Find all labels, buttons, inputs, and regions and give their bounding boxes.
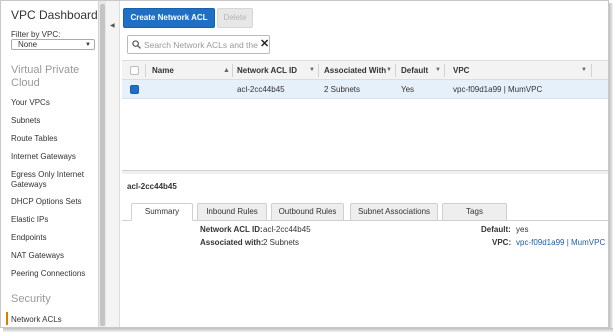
window-shadow-right (609, 3, 613, 332)
column-divider (395, 64, 396, 77)
tab-summary[interactable]: Summary (131, 203, 193, 221)
column-header-associated-with[interactable]: Associated With (324, 61, 386, 80)
column-divider (591, 64, 592, 77)
table-row[interactable]: acl-2cc44b45 2 Subnets Yes vpc-f09d1a99 … (122, 80, 608, 99)
sidebar-item-egress-only-internet-gateways[interactable]: Egress Only Internet Gateways (11, 170, 95, 190)
collapse-left-icon[interactable]: ◀ (110, 22, 115, 29)
tab-inbound-rules[interactable]: Inbound Rules (197, 203, 267, 221)
search-placeholder: Search Network ACLs and the (144, 40, 258, 50)
table-header: Name ▲ Network ACL ID ▼ Associated With … (122, 60, 608, 80)
cell-associated-with: 2 Subnets (324, 85, 361, 94)
search-input[interactable]: Search Network ACLs and the ✕ (127, 35, 270, 54)
pane-splitter[interactable] (122, 170, 608, 174)
column-divider (444, 64, 445, 77)
detail-title: acl-2cc44b45 (127, 182, 177, 191)
select-all-checkbox[interactable] (130, 66, 139, 75)
cell-vpc: vpc-f09d1a99 | MumVPC (453, 85, 543, 94)
column-divider (232, 64, 233, 77)
vpc-link[interactable]: vpc-f09d1a99 | MumVPC (516, 238, 605, 248)
chevron-down-icon[interactable]: ▼ (435, 61, 441, 80)
tab-outbound-rules[interactable]: Outbound Rules (271, 203, 344, 221)
row-checkbox[interactable] (130, 85, 139, 94)
default-label: Default: (481, 225, 511, 234)
chevron-down-icon[interactable]: ▼ (581, 61, 587, 80)
vpc-filter-select[interactable]: None ▼ (11, 39, 95, 50)
column-header-name[interactable]: Name (152, 61, 174, 80)
close-icon[interactable]: ✕ (260, 37, 269, 51)
acl-id-label: Network ACL ID: (200, 225, 263, 234)
sidebar-item-peering-connections[interactable]: Peering Connections (11, 269, 97, 279)
sidebar-item-internet-gateways[interactable]: Internet Gateways (11, 152, 97, 162)
delete-button[interactable]: Delete (217, 8, 253, 28)
default-value: yes (516, 225, 529, 234)
window-shadow-bottom (3, 328, 613, 332)
section-heading-security: Security (11, 293, 51, 305)
vpc-label: VPC: (492, 238, 512, 247)
tabs-divider (122, 220, 608, 221)
sidebar-item-endpoints[interactable]: Endpoints (11, 233, 97, 243)
associated-with-value: 2 Subnets (263, 238, 300, 247)
tab-tags[interactable]: Tags (442, 203, 507, 221)
sidebar-scrollbar[interactable] (98, 1, 106, 327)
column-header-network-acl-id[interactable]: Network ACL ID (237, 61, 297, 80)
sidebar-item-network-acls[interactable]: Network ACLs (11, 315, 97, 325)
associated-with-label: Associated with: (200, 238, 264, 247)
sidebar-collapse-strip[interactable]: ◀ (106, 1, 120, 327)
cell-network-acl-id: acl-2cc44b45 (237, 85, 285, 94)
sidebar-item-nat-gateways[interactable]: NAT Gateways (11, 251, 97, 261)
sidebar-item-elastic-ips[interactable]: Elastic IPs (11, 215, 97, 225)
sidebar: VPC Dashboard Filter by VPC: None ▼ Virt… (1, 1, 98, 327)
column-divider (145, 64, 146, 77)
filter-label: Filter by VPC: (11, 30, 61, 39)
chevron-down-icon[interactable]: ▼ (309, 61, 315, 80)
vpc-filter-value: None (18, 40, 38, 49)
sidebar-title[interactable]: VPC Dashboard (11, 8, 98, 22)
create-network-acl-button[interactable]: Create Network ACL (123, 8, 215, 28)
scrollbar-thumb[interactable] (100, 4, 105, 326)
chevron-down-icon[interactable]: ▼ (386, 61, 392, 80)
section-heading-vpc: Virtual Private Cloud (11, 64, 80, 89)
sort-up-icon[interactable]: ▲ (223, 61, 230, 80)
column-divider (318, 64, 319, 77)
active-item-marker (6, 312, 8, 325)
sidebar-item-route-tables[interactable]: Route Tables (11, 134, 97, 144)
cell-default: Yes (401, 85, 415, 94)
tab-subnet-associations[interactable]: Subnet Associations (350, 203, 438, 221)
column-header-default[interactable]: Default (401, 61, 428, 80)
sidebar-item-dhcp-options-sets[interactable]: DHCP Options Sets (11, 197, 97, 207)
chevron-down-icon: ▼ (85, 42, 91, 48)
app-window: VPC Dashboard Filter by VPC: None ▼ Virt… (0, 0, 609, 328)
sidebar-item-your-vpcs[interactable]: Your VPCs (11, 98, 97, 108)
search-icon (132, 40, 141, 49)
column-header-vpc[interactable]: VPC (453, 61, 469, 80)
acl-id-value: acl-2cc44b45 (263, 225, 311, 234)
sidebar-item-subnets[interactable]: Subnets (11, 116, 97, 126)
